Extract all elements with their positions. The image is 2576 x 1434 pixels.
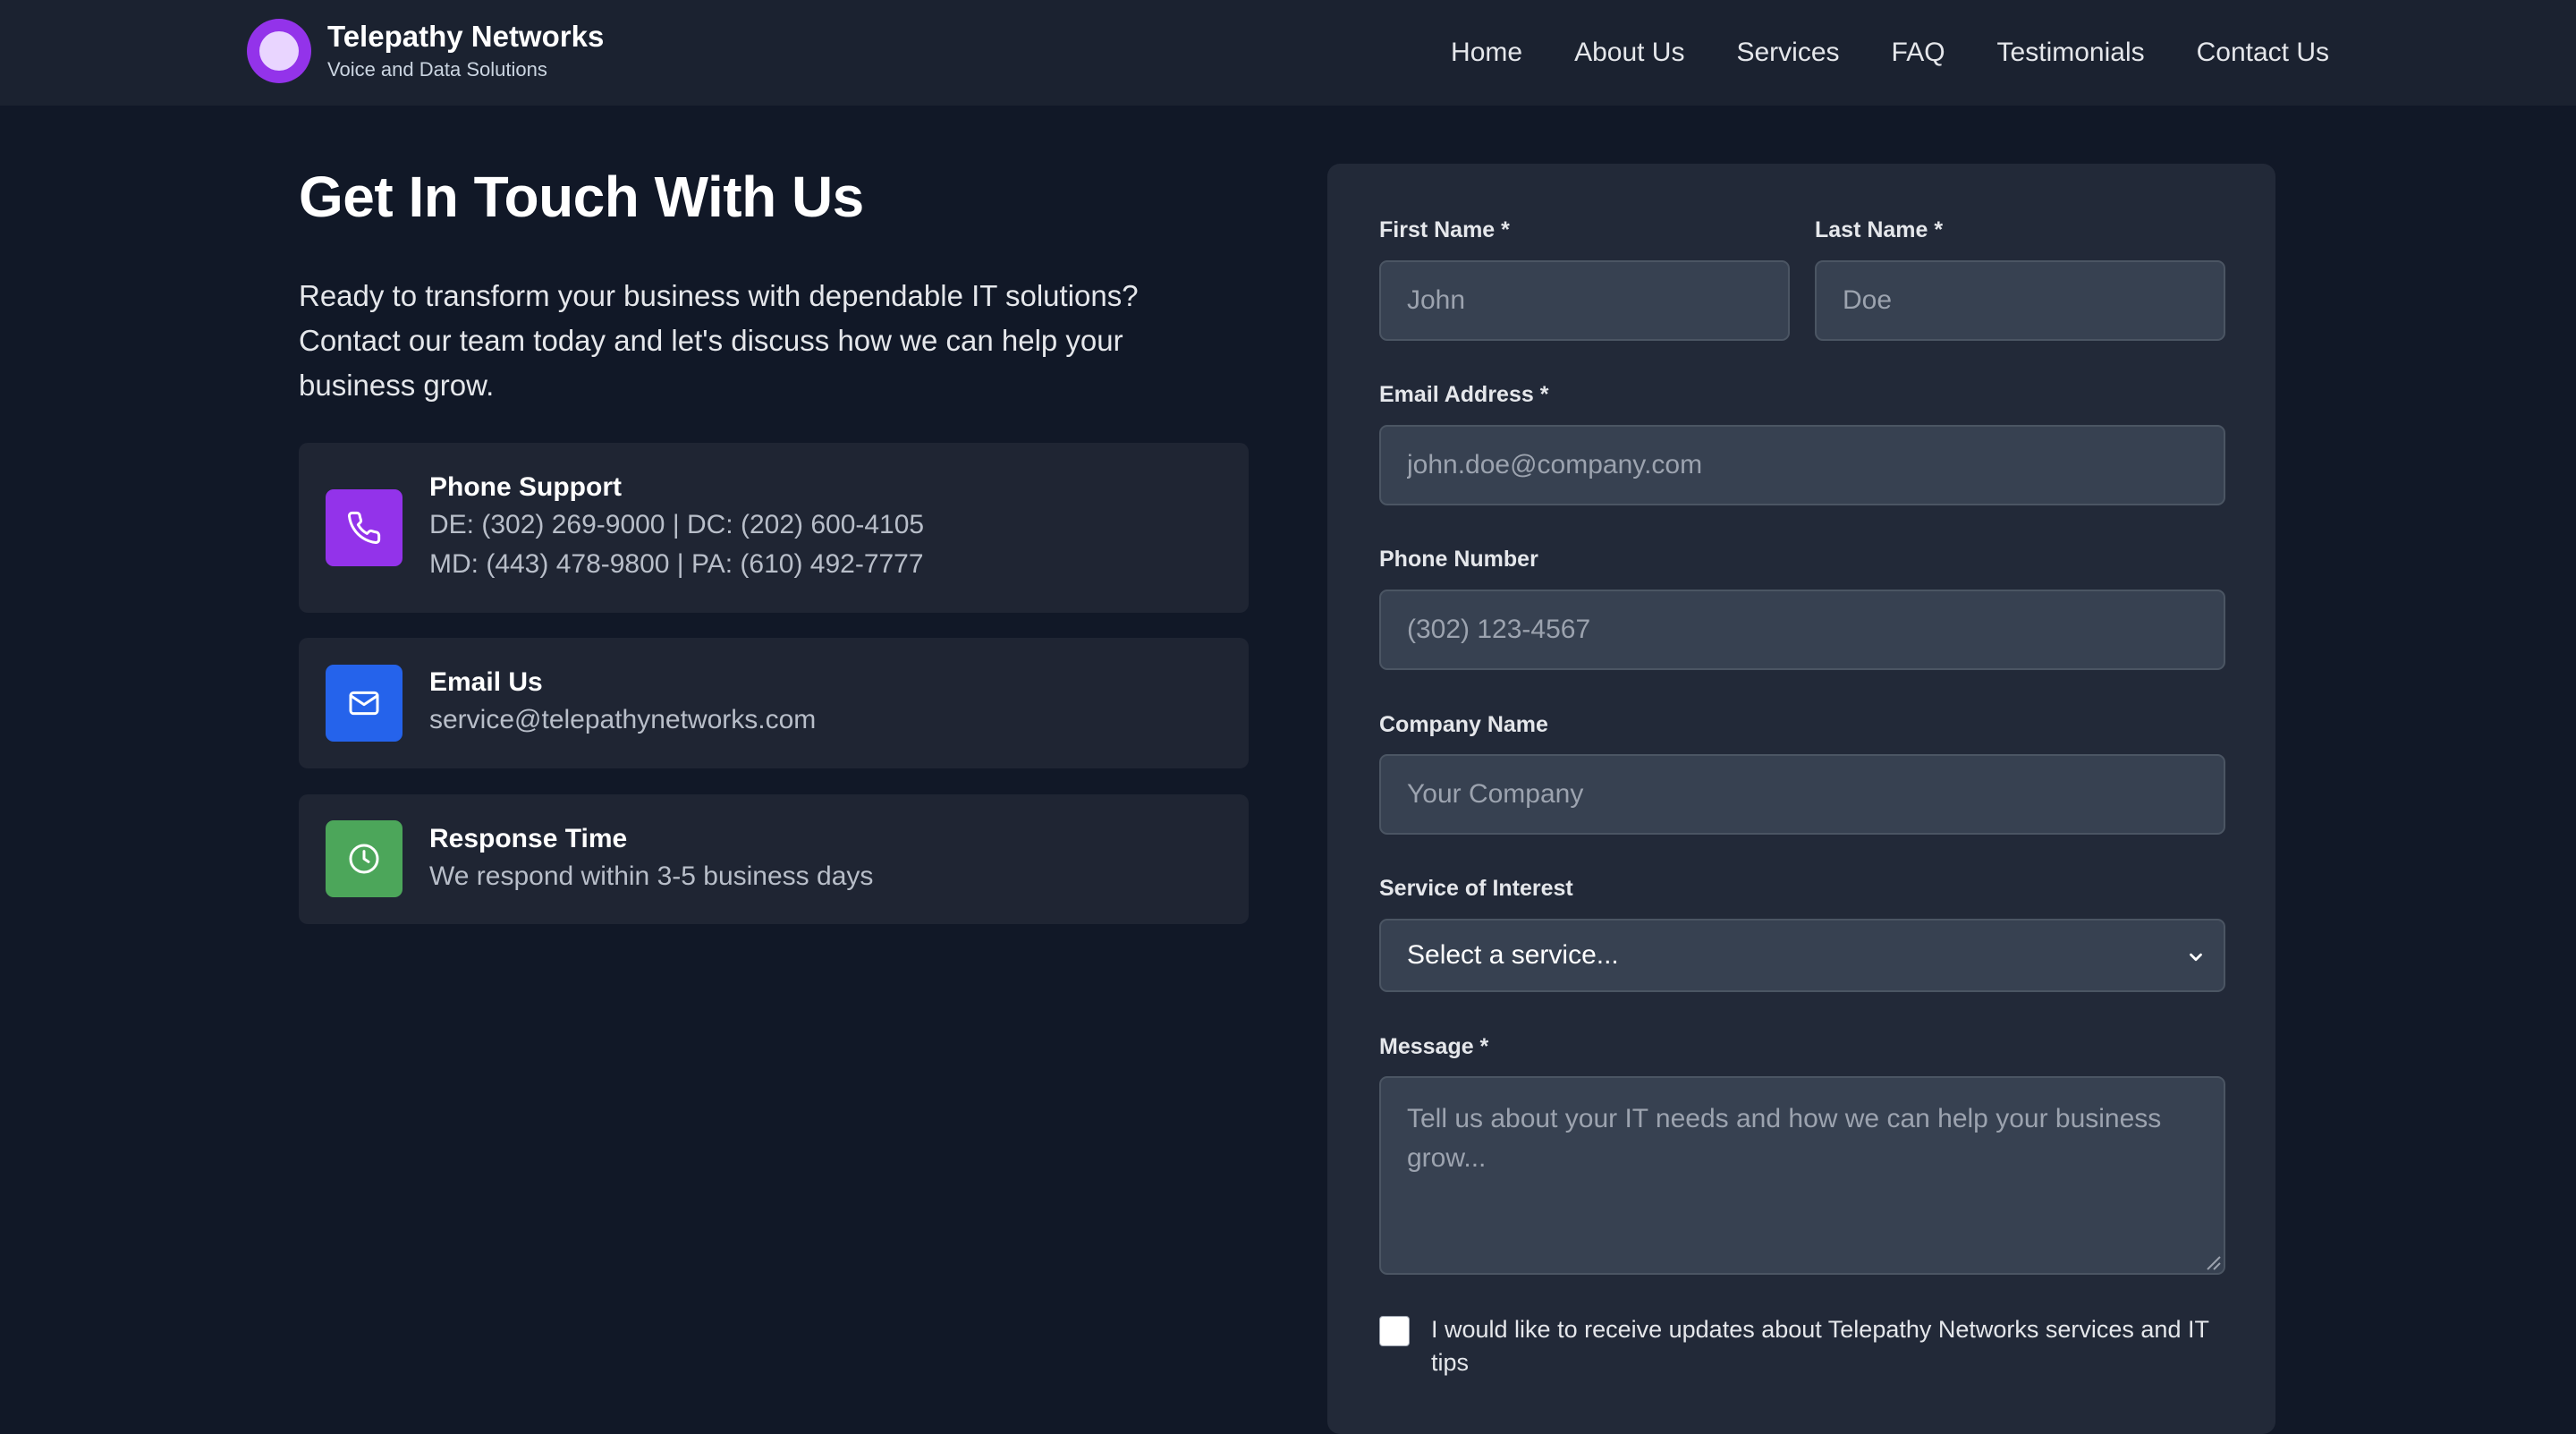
site-header: Telepathy Networks Voice and Data Soluti… xyxy=(0,0,2576,106)
email-address-link[interactable]: service@telepathynetworks.com xyxy=(429,700,816,740)
brand-tagline: Voice and Data Solutions xyxy=(327,58,547,81)
response-time-card: Response Time We respond within 3-5 busi… xyxy=(299,794,1249,924)
resize-handle-icon[interactable] xyxy=(2202,1252,2222,1271)
first-name-input[interactable] xyxy=(1379,260,1790,341)
email-label: Email Address * xyxy=(1379,382,1549,407)
message-textarea[interactable] xyxy=(1379,1076,2225,1275)
phone-line-1[interactable]: DE: (302) 269-9000 | DC: (202) 600-4105 xyxy=(429,505,924,545)
nav-faq[interactable]: FAQ xyxy=(1892,38,1945,68)
message-label: Message * xyxy=(1379,1034,1489,1059)
intro-text: Ready to transform your business with de… xyxy=(299,279,1139,402)
nav-home[interactable]: Home xyxy=(1451,38,1522,68)
brand-name: Telepathy Networks xyxy=(327,20,605,53)
email-input[interactable] xyxy=(1379,425,2225,505)
last-name-input[interactable] xyxy=(1815,260,2225,341)
contact-form: First Name * Last Name * Email Address *… xyxy=(1327,164,2275,1434)
email-card: Email Us service@telepathynetworks.com xyxy=(299,638,1249,768)
phone-support-card: Phone Support DE: (302) 269-9000 | DC: (… xyxy=(299,443,1249,613)
last-name-label: Last Name * xyxy=(1815,217,1944,242)
response-time-title: Response Time xyxy=(429,824,628,853)
nav-about-us[interactable]: About Us xyxy=(1574,38,1684,68)
page-title: Get In Touch With Us xyxy=(299,165,864,229)
mail-icon xyxy=(326,665,402,742)
response-time-text: We respond within 3-5 business days xyxy=(429,861,874,891)
nav-contact-us[interactable]: Contact Us xyxy=(2197,38,2329,68)
main-nav: Home About Us Services FAQ Testimonials … xyxy=(1399,0,2329,106)
email-title: Email Us xyxy=(429,667,543,697)
company-label: Company Name xyxy=(1379,712,1548,737)
phone-line-2[interactable]: MD: (443) 478-9800 | PA: (610) 492-7777 xyxy=(429,545,924,584)
brand-logo-icon xyxy=(247,19,311,83)
nav-services[interactable]: Services xyxy=(1736,38,1839,68)
contact-info-column: Get In Touch With Us Ready to transform … xyxy=(299,150,1249,924)
service-select[interactable]: Select a service... xyxy=(1379,919,2225,992)
phone-input[interactable] xyxy=(1379,590,2225,670)
first-name-label: First Name * xyxy=(1379,217,1510,242)
brand[interactable]: Telepathy Networks Voice and Data Soluti… xyxy=(247,18,604,84)
phone-label: Phone Number xyxy=(1379,547,1538,572)
service-label: Service of Interest xyxy=(1379,876,1573,901)
phone-icon xyxy=(326,489,402,566)
updates-checkbox[interactable] xyxy=(1379,1316,1410,1346)
updates-checkbox-label[interactable]: I would like to receive updates about Te… xyxy=(1431,1313,2236,1379)
clock-icon xyxy=(326,820,402,897)
service-select-value: Select a service... xyxy=(1407,940,1619,970)
company-input[interactable] xyxy=(1379,754,2225,835)
chevron-down-icon xyxy=(2190,953,2202,962)
phone-support-title: Phone Support xyxy=(429,472,622,502)
nav-testimonials[interactable]: Testimonials xyxy=(1997,38,2145,68)
